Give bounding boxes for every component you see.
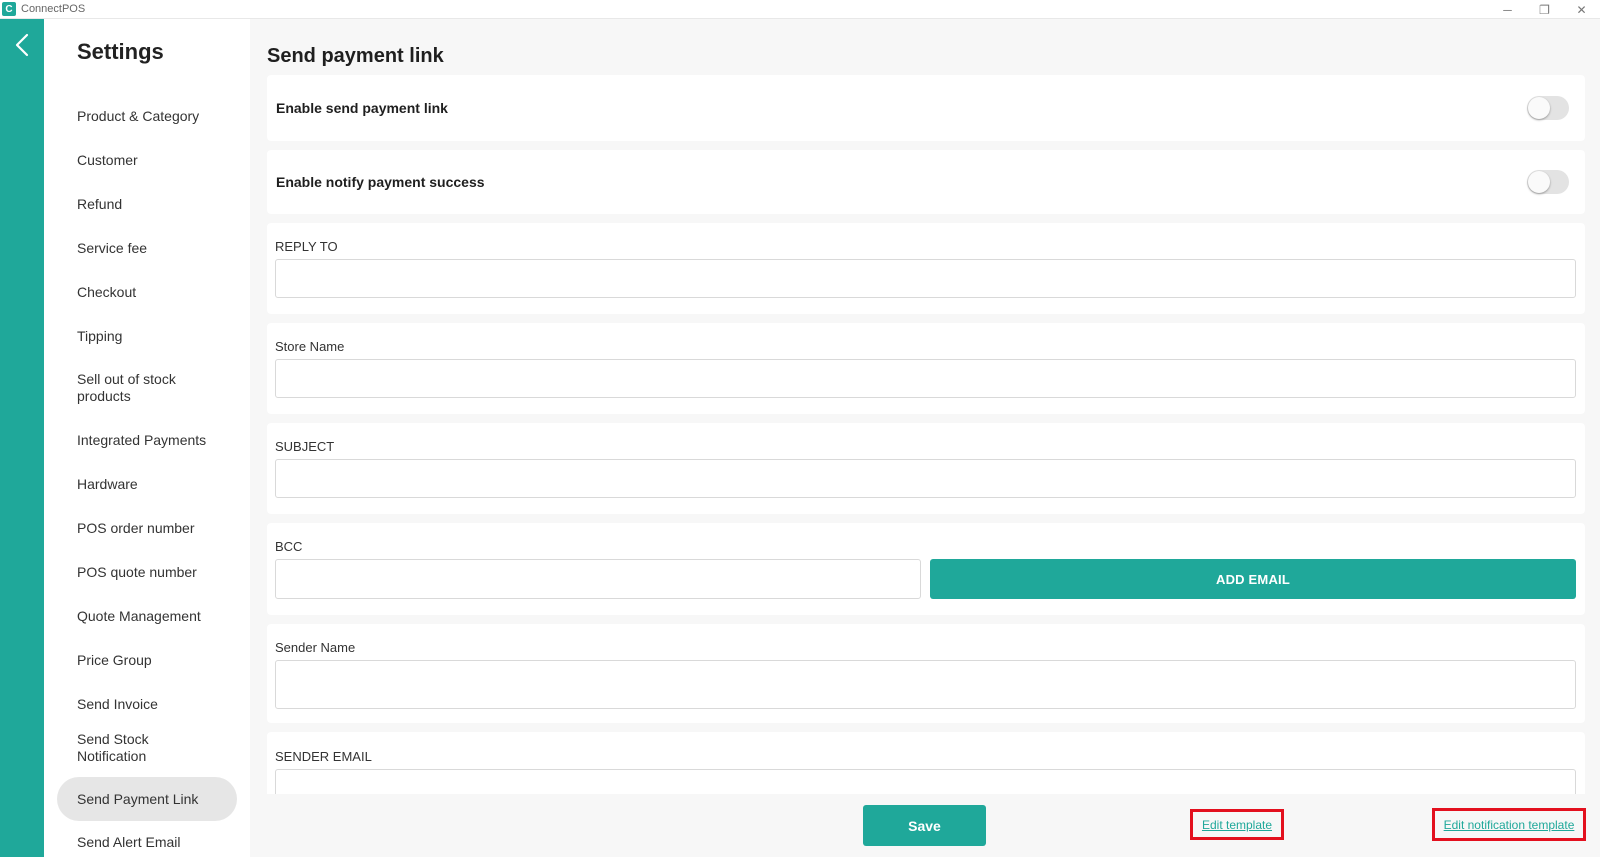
subject-label: SUBJECT: [275, 439, 335, 454]
sidebar-item-integrated-payments[interactable]: Integrated Payments: [57, 425, 237, 455]
page-title: Send payment link: [267, 45, 444, 67]
sidebar-item-product-category[interactable]: Product & Category: [57, 101, 237, 131]
sidebar-item-tipping[interactable]: Tipping: [57, 321, 237, 351]
sidebar-item-label: POS quote number: [77, 563, 197, 580]
sidebar-item-label: Service fee: [77, 239, 148, 256]
bcc-input[interactable]: [275, 559, 921, 599]
window-titlebar: C ConnectPOS ─ ❐ ✕: [0, 0, 1600, 19]
sidebar-item-send-payment-link[interactable]: Send Payment Link: [57, 777, 237, 821]
save-button[interactable]: Save: [863, 805, 986, 846]
sidebar-item-label: Price Group: [77, 651, 152, 668]
settings-form: Enable send payment link Enable notify p…: [267, 75, 1585, 812]
minimize-button[interactable]: ─: [1489, 0, 1526, 19]
sidebar-title: Settings: [77, 39, 164, 64]
bcc-card: BCC ADD EMAIL: [267, 523, 1585, 615]
bcc-label: BCC: [275, 539, 303, 554]
sidebar-item-service-fee[interactable]: Service fee: [57, 233, 237, 263]
sidebar-item-hardware[interactable]: Hardware: [57, 469, 237, 499]
sidebar-item-send-invoice[interactable]: Send Invoice: [57, 689, 237, 719]
reply-to-card: REPLY TO: [267, 223, 1585, 314]
enable-send-payment-link-toggle[interactable]: [1527, 96, 1569, 120]
sidebar-item-pos-order-number[interactable]: POS order number: [57, 513, 237, 543]
reply-to-label: REPLY TO: [275, 239, 338, 254]
sidebar-item-checkout[interactable]: Checkout: [57, 277, 237, 307]
sidebar-item-send-stock-notification[interactable]: Send Stock Notification: [57, 731, 237, 764]
edit-notification-template-highlight: Edit notification template: [1432, 808, 1586, 841]
form-footer: Save Edit template Edit notification tem…: [250, 794, 1600, 857]
sidebar-item-label: Checkout: [77, 283, 137, 300]
window-controls: ─ ❐ ✕: [1489, 0, 1600, 19]
sidebar-item-label: Customer: [77, 151, 138, 168]
edit-template-highlight: Edit template: [1190, 809, 1284, 840]
sender-email-label: SENDER EMAIL: [275, 749, 372, 764]
sender-name-label: Sender Name: [275, 640, 356, 655]
left-rail: [0, 19, 44, 857]
sidebar-item-quote-management[interactable]: Quote Management: [57, 601, 237, 631]
sidebar-item-label: POS order number: [77, 519, 195, 536]
enable-notify-payment-success-toggle[interactable]: [1527, 170, 1569, 194]
toggle-label: Enable send payment link: [276, 100, 448, 116]
edit-notification-template-link[interactable]: Edit notification template: [1444, 818, 1575, 832]
sender-name-card: Sender Name: [267, 624, 1585, 723]
sidebar-item-label: Product & Category: [77, 107, 200, 124]
sidebar-item-label: Tipping: [77, 327, 123, 344]
subject-input[interactable]: [275, 459, 1576, 498]
sidebar-item-label: Send Payment Link: [77, 790, 199, 807]
back-button[interactable]: [8, 31, 36, 59]
sidebar-item-sell-out-of-stock[interactable]: Sell out of stock products: [57, 365, 237, 411]
window-title: ConnectPOS: [21, 3, 86, 15]
toggle-card-send-payment-link: Enable send payment link: [267, 75, 1585, 141]
store-name-card: Store Name: [267, 323, 1585, 414]
sidebar-item-pos-quote-number[interactable]: POS quote number: [57, 557, 237, 587]
toggle-knob: [1528, 171, 1550, 193]
sidebar-item-label: Send Alert Email: [77, 833, 181, 850]
edit-template-link[interactable]: Edit template: [1202, 818, 1272, 832]
toggle-label: Enable notify payment success: [276, 174, 485, 190]
settings-nav: Product & Category Customer Refund Servi…: [57, 101, 237, 857]
add-email-button[interactable]: ADD EMAIL: [930, 559, 1576, 599]
sidebar-item-label: Sell out of stock products: [77, 371, 176, 404]
sidebar-item-label: Integrated Payments: [77, 431, 207, 448]
sidebar-item-price-group[interactable]: Price Group: [57, 645, 237, 675]
sidebar-item-label: Hardware: [77, 475, 138, 492]
store-name-input[interactable]: [275, 359, 1576, 398]
sidebar-item-customer[interactable]: Customer: [57, 145, 237, 175]
settings-sidebar: Settings Product & Category Customer Ref…: [44, 19, 250, 857]
sidebar-item-label: Send Invoice: [77, 695, 158, 712]
subject-card: SUBJECT: [267, 423, 1585, 514]
toggle-card-notify-payment-success: Enable notify payment success: [267, 150, 1585, 214]
sidebar-item-refund[interactable]: Refund: [57, 189, 237, 219]
restore-button[interactable]: ❐: [1526, 0, 1563, 19]
sidebar-item-send-alert-email[interactable]: Send Alert Email: [57, 827, 237, 857]
store-name-label: Store Name: [275, 339, 345, 354]
sidebar-item-label: Refund: [77, 195, 123, 212]
reply-to-input[interactable]: [275, 259, 1576, 298]
toggle-knob: [1528, 97, 1550, 119]
sidebar-item-label: Send Stock Notification: [77, 731, 149, 764]
main-panel: Send payment link Enable send payment li…: [250, 19, 1600, 857]
sidebar-item-label: Quote Management: [77, 607, 201, 624]
app-logo-icon: C: [2, 2, 16, 16]
sender-name-input[interactable]: [275, 660, 1576, 709]
chevron-left-icon: [15, 33, 29, 57]
close-button[interactable]: ✕: [1563, 0, 1600, 19]
